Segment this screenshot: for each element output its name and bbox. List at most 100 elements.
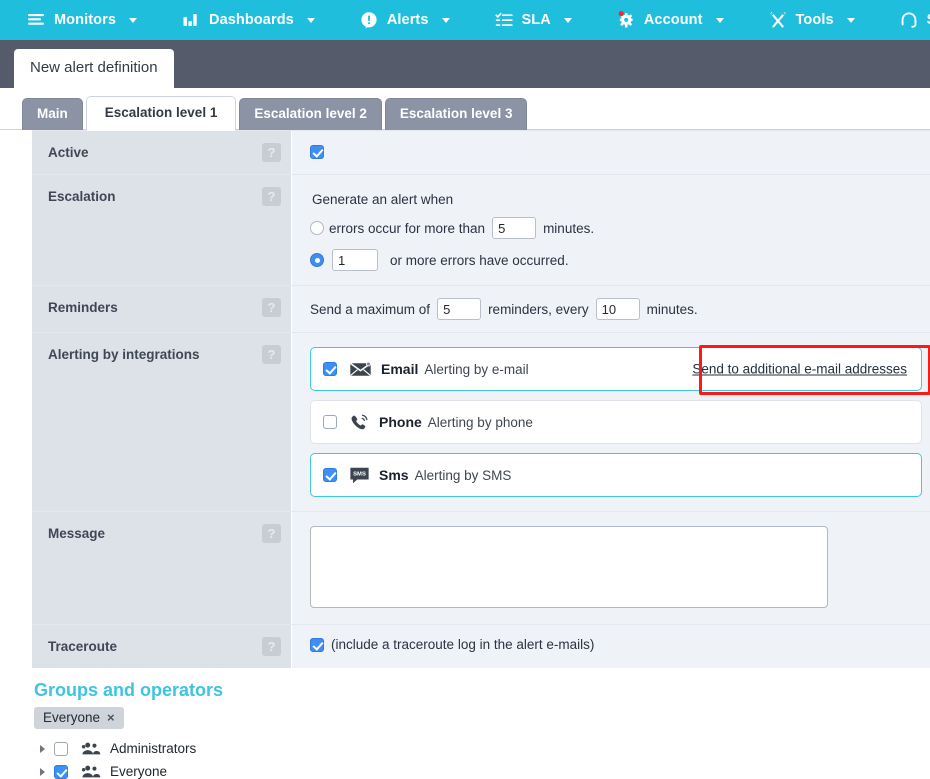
- form-row-message: Message ?: [32, 512, 930, 625]
- tree-node-everyone[interactable]: Everyone: [34, 764, 930, 779]
- escalation-option-duration: errors occur for more than minutes.: [310, 217, 916, 239]
- help-icon[interactable]: ?: [262, 345, 281, 364]
- help-icon[interactable]: ?: [262, 524, 281, 543]
- group-chip-label: Everyone: [43, 710, 101, 725]
- active-checkbox[interactable]: [310, 144, 324, 159]
- form-row-escalation: Escalation ? Generate an alert when erro…: [32, 175, 930, 286]
- help-icon[interactable]: ?: [262, 187, 281, 206]
- chevron-down-icon: [306, 17, 315, 23]
- form-field-escalation: Generate an alert when errors occur for …: [292, 175, 930, 285]
- menu-lines-icon: [26, 10, 46, 30]
- form-field-message: [292, 512, 930, 624]
- form-field-traceroute: (include a traceroute log in the alert e…: [292, 625, 930, 668]
- nav-item-alerts[interactable]: Alerts: [359, 10, 470, 30]
- nav-item-label: SLA: [521, 12, 551, 28]
- close-icon[interactable]: ×: [107, 710, 115, 725]
- escalation-duration-text-before: errors occur for more than: [329, 220, 486, 236]
- message-textarea[interactable]: [310, 526, 828, 608]
- help-icon[interactable]: ?: [262, 637, 281, 656]
- svg-text:SMS: SMS: [353, 471, 366, 477]
- form-field-integrations: Email Alerting by e-mail Send to additio…: [292, 333, 930, 511]
- tab-label: Escalation level 2: [254, 106, 367, 121]
- nav-item-dashboards[interactable]: Dashboards: [181, 10, 335, 30]
- group-checkbox-administrators[interactable]: [54, 741, 68, 756]
- alert-definition-form: Active ? Escalation ? Generate an alert …: [32, 130, 930, 668]
- form-label-text: Reminders: [48, 300, 118, 315]
- nav-item-support[interactable]: Support: [899, 10, 930, 30]
- tab-label: Escalation level 3: [399, 106, 513, 121]
- exclamation-bubble-icon: [359, 10, 379, 30]
- integration-description-phone: Alerting by phone: [427, 414, 533, 430]
- form-field-reminders: Send a maximum of reminders, every minut…: [292, 286, 930, 332]
- integration-name-email: Email: [381, 361, 419, 377]
- reminders-text-middle: reminders, every: [488, 301, 589, 317]
- reminders-line: Send a maximum of reminders, every minut…: [310, 298, 916, 320]
- groups-tree: Administrators Everyone: [34, 741, 930, 779]
- tab-label: Escalation level 1: [104, 105, 218, 120]
- integration-checkbox-email[interactable]: [323, 362, 337, 376]
- nav-item-label: Support: [927, 12, 930, 28]
- page-tab-new-alert-definition[interactable]: New alert definition: [14, 49, 174, 88]
- bar-chart-icon: [181, 10, 201, 30]
- integration-checkbox-phone[interactable]: [323, 415, 337, 429]
- form-label-text: Active: [48, 145, 89, 160]
- help-icon[interactable]: ?: [262, 143, 281, 162]
- tab-escalation-level-2[interactable]: Escalation level 2: [239, 98, 382, 130]
- integration-row-phone[interactable]: Phone Alerting by phone: [310, 400, 922, 444]
- group-label: Everyone: [110, 764, 168, 779]
- nav-item-tools[interactable]: Tools: [768, 10, 875, 30]
- chevron-right-icon[interactable]: [40, 744, 45, 753]
- traceroute-checkbox[interactable]: [310, 637, 324, 652]
- integration-name-phone: Phone: [379, 414, 422, 430]
- escalation-option-count: or more errors have occurred.: [310, 249, 916, 271]
- form-row-traceroute: Traceroute ? (include a traceroute log i…: [32, 625, 930, 668]
- top-navigation-bar: Monitors Dashboards Alerts SLA Account T…: [0, 0, 930, 40]
- integration-checkbox-sms[interactable]: [323, 468, 337, 482]
- escalation-tab-strip: Main Escalation level 1 Escalation level…: [0, 88, 930, 131]
- group-people-icon: [81, 764, 101, 779]
- sms-bubble-icon: SMS: [349, 466, 370, 485]
- nav-item-label: Alerts: [386, 12, 429, 28]
- form-label-integrations: Alerting by integrations ?: [32, 333, 292, 511]
- form-label-text: Escalation: [48, 189, 116, 204]
- tab-label: Main: [37, 106, 68, 121]
- reminders-max-input[interactable]: [437, 298, 482, 320]
- group-people-icon: [81, 741, 101, 756]
- nav-item-monitors[interactable]: Monitors: [26, 10, 157, 30]
- nav-item-label: Tools: [795, 12, 834, 28]
- checklist-icon: [494, 10, 514, 30]
- help-icon[interactable]: ?: [262, 298, 281, 317]
- chevron-down-icon: [441, 17, 450, 23]
- nav-item-label: Account: [643, 12, 703, 28]
- tab-escalation-level-3[interactable]: Escalation level 3: [384, 98, 528, 130]
- tab-escalation-level-1[interactable]: Escalation level 1: [85, 96, 237, 131]
- escalation-count-text-after: or more errors have occurred.: [390, 252, 569, 268]
- escalation-radio-duration[interactable]: [310, 221, 324, 235]
- nav-item-sla[interactable]: SLA: [494, 10, 592, 30]
- tree-node-administrators[interactable]: Administrators: [34, 741, 930, 756]
- integration-row-sms[interactable]: SMS Sms Alerting by SMS: [310, 453, 922, 497]
- chevron-right-icon[interactable]: [40, 767, 45, 776]
- escalation-radio-count[interactable]: [310, 253, 324, 267]
- group-checkbox-everyone[interactable]: [54, 764, 68, 779]
- traceroute-text: (include a traceroute log in the alert e…: [331, 637, 595, 652]
- wrench-screwdriver-icon: [768, 10, 788, 30]
- nav-item-account[interactable]: Account: [616, 10, 744, 30]
- reminders-text-after: minutes.: [646, 301, 698, 317]
- escalation-count-input[interactable]: [332, 249, 378, 271]
- escalation-duration-input[interactable]: [492, 217, 537, 239]
- chevron-down-icon: [129, 17, 138, 23]
- form-field-active: [292, 131, 930, 174]
- nav-item-label: Dashboards: [209, 12, 294, 28]
- group-chip-everyone: Everyone ×: [34, 707, 124, 729]
- tab-main[interactable]: Main: [22, 98, 83, 130]
- integration-row-email[interactable]: Email Alerting by e-mail Send to additio…: [310, 345, 930, 395]
- send-to-additional-emails-link[interactable]: Send to additional e-mail addresses: [692, 362, 907, 377]
- nav-item-label: Monitors: [54, 12, 117, 28]
- gear-icon: [616, 10, 636, 30]
- form-row-reminders: Reminders ? Send a maximum of reminders,…: [32, 286, 930, 333]
- form-label-reminders: Reminders ?: [32, 286, 292, 332]
- reminders-interval-input[interactable]: [595, 298, 640, 320]
- groups-section-title: Groups and operators: [34, 680, 224, 700]
- integration-description-email: Alerting by e-mail: [424, 361, 529, 377]
